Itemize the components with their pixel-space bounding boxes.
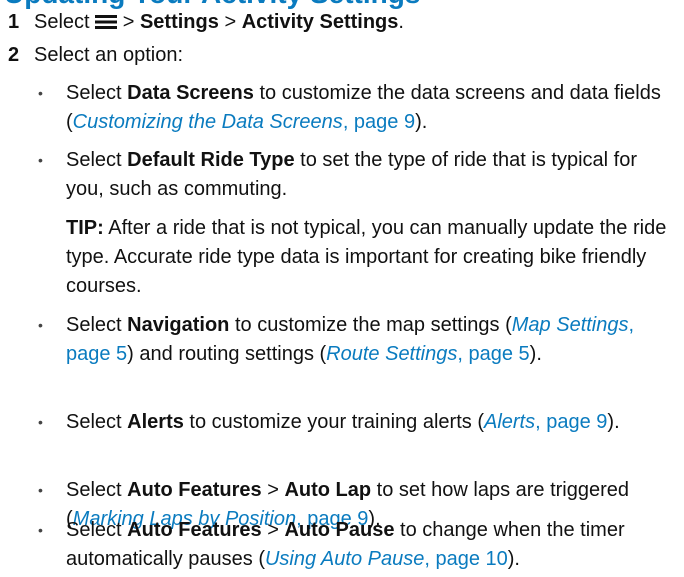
- step-number: 1: [8, 11, 20, 33]
- list-item-alerts: • Select Alerts to customize your traini…: [38, 408, 678, 437]
- option-term: Navigation: [127, 314, 230, 336]
- bullet-marker: •: [38, 482, 43, 498]
- option-term: Default Ride Type: [127, 149, 295, 171]
- list-item-default-ride-type: • Select Default Ride Type to set the ty…: [38, 146, 678, 204]
- option-term: Auto Features: [127, 479, 262, 501]
- list-item-navigation: • Select Navigation to customize the map…: [38, 311, 678, 369]
- section-heading: Updating Your Activity Settings: [4, 0, 420, 8]
- cross-reference-link[interactable]: Customizing the Data Screens, page 9: [73, 111, 415, 133]
- option-term: Auto Lap: [284, 479, 372, 501]
- menu-term-settings: Settings: [139, 11, 219, 33]
- cross-reference-link[interactable]: Route Settings, page 5: [326, 343, 530, 365]
- option-term: Auto Features: [127, 519, 262, 541]
- bullet-marker: •: [38, 414, 43, 430]
- menu-term-activity-settings: Activity Settings: [241, 11, 399, 33]
- list-item-data-screens: • Select Data Screens to customize the d…: [38, 79, 678, 137]
- option-term: Auto Pause: [284, 519, 395, 541]
- bullet-marker: •: [38, 522, 43, 538]
- step-number: 2: [8, 44, 20, 66]
- bullet-marker: •: [38, 152, 43, 168]
- step-1: 1 Select > Settings > Activity Settings.: [8, 8, 404, 37]
- menu-icon: [95, 15, 118, 29]
- bullet-marker: •: [38, 85, 43, 101]
- tip-note: TIP: After a ride that is not typical, y…: [66, 217, 667, 297]
- cross-reference-link[interactable]: Using Auto Pause, page 10: [265, 548, 508, 570]
- tip-label: TIP:: [66, 217, 104, 239]
- option-term: Alerts: [127, 411, 184, 433]
- option-term: Data Screens: [127, 82, 254, 104]
- list-item-auto-pause: • Select Auto Features > Auto Pause to c…: [38, 516, 678, 574]
- step-2: 2 Select an option:: [8, 41, 183, 70]
- bullet-marker: •: [38, 317, 43, 333]
- cross-reference-link[interactable]: Alerts, page 9: [484, 411, 607, 433]
